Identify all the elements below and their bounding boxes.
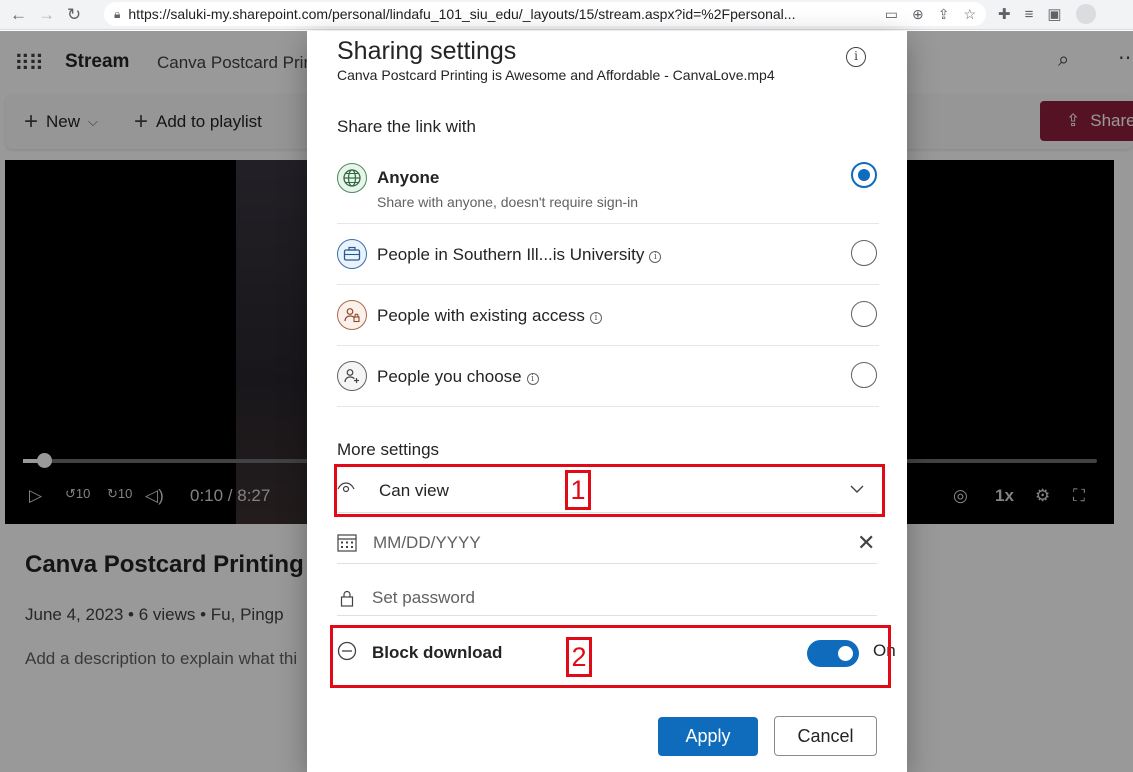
password-placeholder: Set password: [372, 588, 475, 607]
option-anyone-label: Anyone: [377, 168, 440, 187]
calendar-icon: [337, 533, 359, 553]
profile-avatar[interactable]: [1075, 4, 1096, 24]
apply-button[interactable]: Apply: [658, 717, 758, 756]
address-url: https://saluki-my.sharepoint.com/persona…: [128, 6, 796, 22]
reload-icon[interactable]: ↻: [66, 5, 82, 25]
media-icon[interactable]: ≡: [1025, 6, 1034, 23]
forward-icon[interactable]: →: [38, 5, 55, 25]
annotation-label-1: 1: [565, 470, 591, 510]
option-existing-text: People with existing access: [377, 306, 585, 325]
people-lock-icon: [337, 300, 367, 330]
option-existing-label: People with existing access i: [377, 306, 602, 326]
more-settings-heading: More settings: [337, 440, 440, 459]
annotation-box-1: [334, 464, 885, 517]
option-organization[interactable]: People in Southern Ill...is University i: [337, 224, 879, 285]
option-anyone[interactable]: Anyone Share with anyone, doesn't requir…: [337, 161, 879, 224]
briefcase-icon: [337, 239, 367, 269]
lock-icon: [340, 590, 362, 610]
info-icon[interactable]: i: [526, 373, 539, 385]
browser-toolbar: ← → ↻ 🔒︎ https://saluki-my.sharepoint.co…: [0, 0, 1133, 30]
date-placeholder: MM/DD/YYYY: [373, 533, 481, 552]
radio-existing-access[interactable]: [851, 301, 877, 327]
radio-organization[interactable]: [851, 240, 877, 266]
share-link-heading: Share the link with: [337, 117, 476, 136]
back-icon[interactable]: ←: [10, 5, 27, 25]
info-icon[interactable]: i: [649, 251, 662, 263]
option-existing-access[interactable]: People with existing access i: [337, 285, 879, 346]
radio-anyone[interactable]: [851, 162, 877, 188]
dialog-title: Sharing settings: [337, 37, 517, 65]
password-field[interactable]: Set password: [337, 572, 877, 616]
globe-icon: [337, 163, 367, 193]
zoom-icon[interactable]: ⊕: [912, 6, 924, 23]
address-bar[interactable]: 🔒︎ https://saluki-my.sharepoint.com/pers…: [104, 2, 986, 26]
people-add-icon: [337, 361, 367, 391]
lock-icon: 🔒︎: [114, 6, 121, 21]
radio-people-you-choose[interactable]: [851, 362, 877, 388]
info-icon[interactable]: i: [589, 312, 602, 324]
annotation-label-2: 2: [566, 637, 592, 677]
sidepanel-icon[interactable]: ▣: [1047, 5, 1061, 23]
cancel-button[interactable]: Cancel: [774, 716, 877, 756]
option-choose-label: People you choose i: [377, 367, 539, 387]
dialog-subtitle: Canva Postcard Printing is Awesome and A…: [337, 67, 775, 83]
expiration-date-field[interactable]: MM/DD/YYYY ✕: [337, 520, 877, 564]
extensions-icon[interactable]: ✚: [998, 5, 1011, 23]
annotation-box-2: [330, 625, 891, 688]
option-organization-label: People in Southern Ill...is University i: [377, 245, 662, 265]
option-organization-text: People in Southern Ill...is University: [377, 245, 645, 264]
info-icon[interactable]: i: [846, 47, 866, 67]
option-anyone-desc: Share with anyone, doesn't require sign-…: [377, 194, 639, 210]
clipboard-icon[interactable]: ▭: [885, 6, 898, 23]
option-choose-text: People you choose: [377, 367, 522, 386]
option-people-you-choose[interactable]: People you choose i: [337, 346, 879, 407]
clear-date-icon[interactable]: ✕: [857, 530, 875, 556]
share-page-icon[interactable]: ⇪: [938, 6, 950, 23]
bookmark-star-icon[interactable]: ☆: [963, 6, 976, 23]
